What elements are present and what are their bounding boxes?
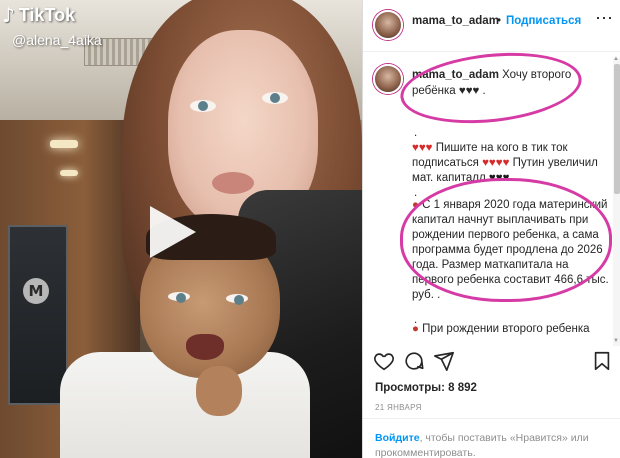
tiktok-logo: ♪ TikTok — [2, 4, 75, 26]
highlight-ring-paragraph — [400, 178, 612, 302]
dot-line: . — [414, 127, 418, 139]
header-username[interactable]: mama_to_adam — [412, 15, 499, 27]
login-link[interactable]: Войдите — [375, 432, 420, 444]
views-label: Просмотры: — [375, 382, 445, 394]
strawberry-icon: ● — [412, 323, 419, 335]
heart-icons: ♥♥♥♥ — [482, 157, 510, 169]
caption-avatar[interactable] — [373, 64, 403, 94]
more-options-icon[interactable]: ⋯ — [595, 8, 614, 29]
background-light — [60, 170, 78, 176]
post-actions — [363, 350, 620, 380]
tiktok-username: @alena_4aika — [12, 32, 102, 48]
scroll-down-icon[interactable]: ▼ — [613, 338, 619, 344]
background-door — [8, 225, 68, 405]
views-count[interactable]: Просмотры: 8 892 — [375, 382, 477, 394]
views-value: 8 892 — [448, 382, 477, 394]
heart-icons: ♥♥♥ — [412, 142, 433, 154]
baby-eye-left — [168, 292, 190, 303]
woman-eye-right — [262, 92, 288, 104]
baby-mouth — [186, 334, 224, 360]
mcdonalds-logo-icon: M — [23, 278, 49, 304]
bookmark-icon[interactable] — [591, 350, 613, 372]
login-prompt: Войдите, чтобы поставить «Нравится» или … — [375, 431, 607, 458]
follow-button[interactable]: Подписаться — [506, 15, 581, 27]
header-separator: • — [497, 15, 502, 27]
share-icon[interactable] — [433, 350, 455, 372]
baby-eye-right — [226, 294, 248, 305]
music-note-icon: ♪ — [2, 3, 15, 27]
tiktok-video[interactable]: M ♪ TikTok @alena_4aika — [0, 0, 362, 458]
heart-icon[interactable] — [373, 350, 395, 372]
tiktok-logo-text: TikTok — [18, 4, 76, 25]
scroll-up-icon[interactable]: ▲ — [613, 56, 619, 62]
post-header: mama_to_adam • Подписаться ⋯ — [363, 0, 620, 52]
caption-paragraph-4: ● При рождении второго ребенка — [412, 322, 612, 337]
play-icon[interactable] — [150, 206, 196, 258]
baby-hand — [196, 366, 242, 416]
avatar[interactable] — [373, 10, 403, 40]
scrollbar-thumb[interactable] — [614, 64, 620, 194]
woman-eye-left — [190, 100, 216, 112]
background-light — [50, 140, 78, 148]
comment-icon[interactable] — [403, 350, 425, 372]
post-date: 21 ЯНВАРЯ — [375, 403, 422, 412]
paragraph4-text: При рождении второго ребенка — [422, 323, 590, 335]
woman-lips — [212, 172, 254, 194]
login-footer: Войдите, чтобы поставить «Нравится» или … — [363, 418, 620, 458]
